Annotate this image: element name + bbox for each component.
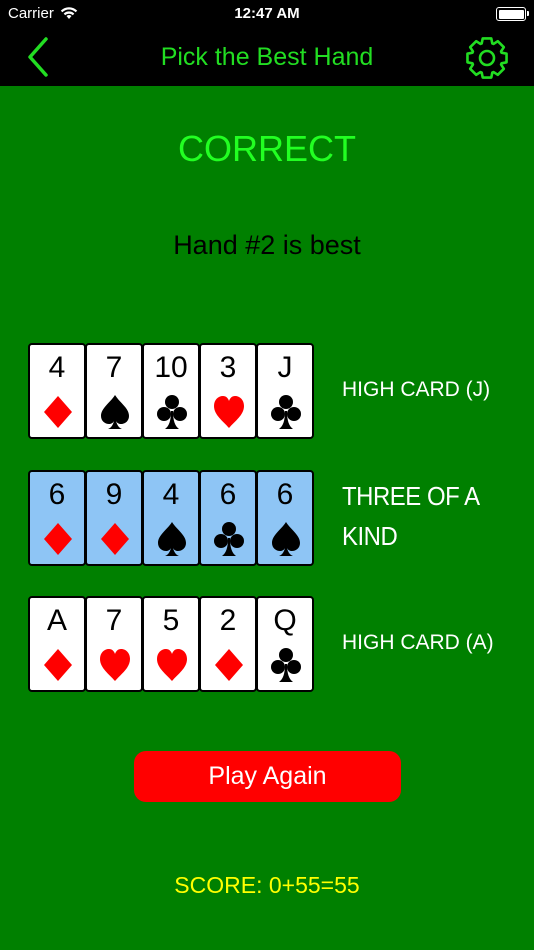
hand-rank-label: HIGH CARD (A) [342, 631, 494, 654]
spade-icon [98, 393, 132, 431]
playing-card: 2 [199, 596, 257, 692]
nav-bar: Pick the Best Hand [0, 28, 534, 86]
card-rank: 7 [105, 604, 123, 637]
card-rank: 10 [154, 351, 188, 384]
heart-icon [212, 393, 246, 431]
club-icon [269, 646, 303, 684]
diamond-icon [212, 646, 246, 684]
diamond-icon [41, 393, 75, 431]
diamond-icon [98, 520, 132, 558]
hand-3[interactable]: A 7 5 2 Q HIGH CARD (A) [28, 596, 528, 692]
card-rank: 9 [105, 478, 123, 511]
chevron-left-icon [28, 37, 48, 77]
card-rank: 4 [48, 351, 66, 384]
spade-icon [269, 520, 303, 558]
playing-card: A [28, 596, 86, 692]
playing-card: 6 [256, 470, 314, 566]
club-icon [155, 393, 189, 431]
hand-cards: A 7 5 2 Q [28, 596, 314, 692]
play-again-button[interactable]: Play Again [134, 751, 401, 802]
score-text: SCORE: 0+55=55 [174, 872, 360, 898]
playing-card: 7 [85, 343, 143, 439]
settings-button[interactable] [464, 35, 510, 81]
status-time: 12:47 AM [234, 5, 300, 22]
card-rank: 2 [219, 604, 237, 637]
club-icon [269, 393, 303, 431]
card-rank: 6 [219, 478, 237, 511]
card-rank: A [46, 604, 67, 637]
playing-card: J [256, 343, 314, 439]
hand-rank-label: THREE OF A KIND [342, 481, 479, 551]
hand-rank-label: HIGH CARD (J) [342, 378, 491, 401]
playing-card: 9 [85, 470, 143, 566]
result-text: CORRECT [178, 128, 356, 169]
hand-2[interactable]: 6 9 4 6 6 THREE OF A KIND [28, 470, 528, 566]
playing-card: 5 [142, 596, 200, 692]
page-title: Pick the Best Hand [160, 43, 374, 71]
battery-icon [496, 7, 529, 21]
spade-icon [155, 520, 189, 558]
card-rank: 5 [162, 604, 180, 637]
verdict-text: Hand #2 is best [173, 230, 361, 260]
card-rank: Q [273, 604, 297, 637]
card-rank: 6 [48, 478, 66, 511]
hand-cards: 4 7 10 3 J [28, 343, 314, 439]
playing-card: 6 [28, 470, 86, 566]
card-rank: 3 [219, 351, 237, 384]
status-bar: Carrier 12:47 AM [0, 0, 534, 28]
gear-icon [466, 37, 508, 79]
diamond-icon [41, 646, 75, 684]
playing-card: 6 [199, 470, 257, 566]
card-rank: 6 [276, 478, 294, 511]
playing-card: 4 [28, 343, 86, 439]
playing-card: 3 [199, 343, 257, 439]
playing-card: 7 [85, 596, 143, 692]
heart-icon [155, 646, 189, 684]
card-rank: 7 [105, 351, 123, 384]
diamond-icon [41, 520, 75, 558]
playing-card: 4 [142, 470, 200, 566]
card-rank: 4 [162, 478, 180, 511]
heart-icon [98, 646, 132, 684]
club-icon [212, 520, 246, 558]
hand-cards: 6 9 4 6 6 [28, 470, 314, 566]
card-rank: J [277, 351, 293, 384]
back-button[interactable] [20, 36, 60, 78]
playing-card: Q [256, 596, 314, 692]
playing-card: 10 [142, 343, 200, 439]
hand-1[interactable]: 4 7 10 3 J HIGH CARD (J) [28, 343, 528, 439]
